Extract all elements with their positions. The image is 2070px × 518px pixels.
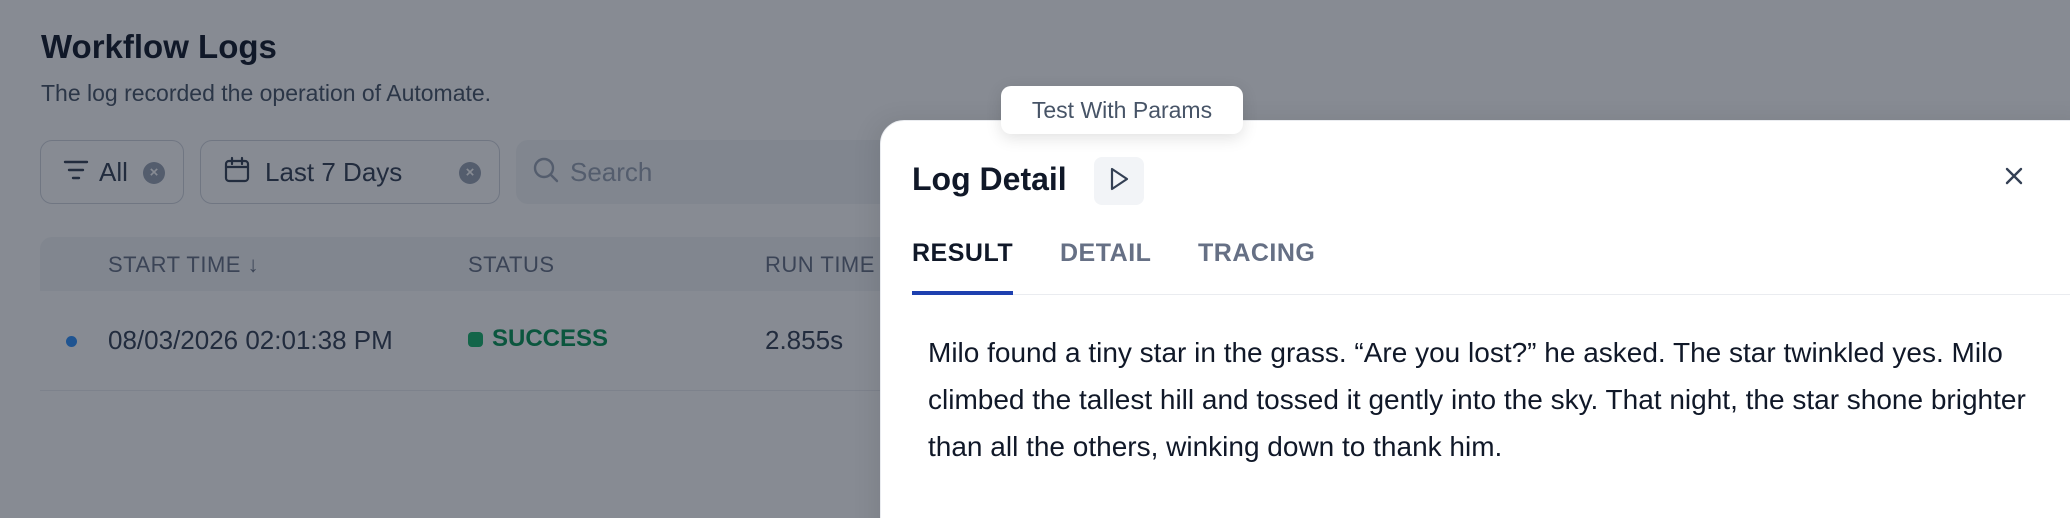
test-with-params-button[interactable]: [1094, 157, 1144, 205]
tab-detail[interactable]: DETAIL: [1060, 239, 1151, 295]
result-output: Milo found a tiny star in the grass. “Ar…: [928, 337, 2026, 462]
play-icon: [1107, 166, 1131, 197]
tab-tracing[interactable]: TRACING: [1198, 239, 1315, 295]
tab-result[interactable]: RESULT: [912, 239, 1014, 295]
log-detail-panel: Log Detail RESULT DETAIL TRACING Milo fo…: [880, 120, 2070, 518]
close-icon: [2003, 165, 2025, 192]
tooltip: Test With Params: [1001, 86, 1243, 134]
detail-tabs: RESULT DETAIL TRACING: [912, 239, 2070, 295]
close-button[interactable]: [1999, 163, 2029, 193]
panel-title: Log Detail: [912, 161, 1067, 197]
